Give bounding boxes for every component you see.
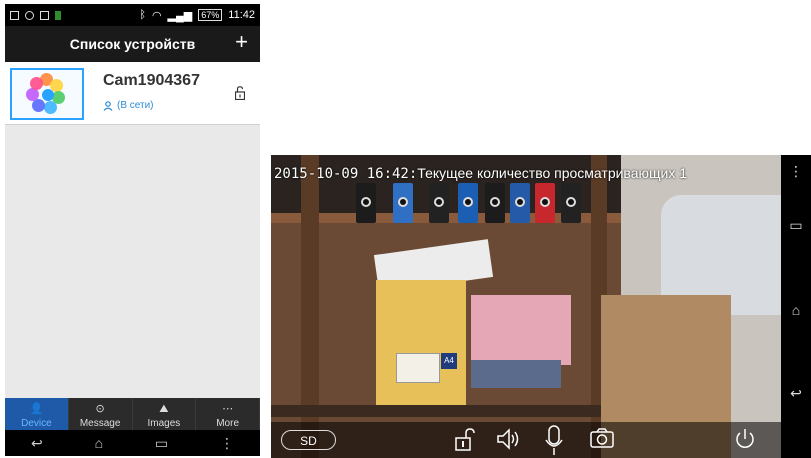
- microphone-icon[interactable]: [544, 424, 564, 456]
- add-device-button[interactable]: +: [235, 29, 248, 55]
- tab-more[interactable]: ⋯ More: [196, 398, 260, 430]
- tab-images[interactable]: ⛰ Images: [133, 398, 197, 430]
- online-status-label: (В сети): [117, 100, 154, 111]
- play-icon: [42, 89, 54, 101]
- device-list-item[interactable]: Cam1904367 (В сети): [5, 62, 260, 125]
- android-side-nav-bar: ⋮ ▭ ⌂ ↩: [781, 155, 811, 458]
- device-status: (В сети): [103, 100, 154, 111]
- whatsapp-icon: [25, 10, 34, 20]
- title-bar: Список устройств +: [5, 26, 260, 62]
- speaker-icon[interactable]: [496, 427, 522, 451]
- recents-icon[interactable]: ▭: [155, 435, 168, 452]
- camera-control-bar: SD: [271, 422, 781, 458]
- home-icon[interactable]: ⌂: [781, 302, 811, 318]
- signal-icon: ▂▄▆: [167, 9, 193, 22]
- tab-label: Device: [21, 418, 52, 429]
- back-icon[interactable]: ↩: [31, 435, 43, 452]
- camera-live-view-screen: A4 2015-10-09 16:42:Текущее количество п…: [271, 155, 811, 458]
- recents-icon[interactable]: ▭: [781, 217, 811, 234]
- unlock-icon[interactable]: [235, 86, 245, 100]
- video-timestamp: 2015-10-09 16:42:: [274, 166, 418, 182]
- clock: 11:42: [228, 9, 255, 21]
- image-notification-icon: [40, 10, 49, 20]
- dots-icon: ⋯: [222, 403, 234, 415]
- notification-icon: [10, 10, 19, 20]
- mountain-image-icon: ⛰: [159, 403, 169, 415]
- sd-quality-button[interactable]: SD: [281, 430, 336, 450]
- camera-video-feed[interactable]: A4 2015-10-09 16:42:Текущее количество п…: [271, 155, 781, 458]
- unlock-icon[interactable]: [454, 427, 478, 453]
- person-icon: 👤: [29, 403, 44, 415]
- video-overlay-text: 2015-10-09 16:42:Текущее количество прос…: [274, 165, 687, 182]
- a4-label: A4: [441, 353, 457, 369]
- home-icon[interactable]: ⌂: [95, 435, 103, 451]
- tab-message[interactable]: ⊙ Message: [69, 398, 133, 430]
- bottom-tab-bar: 👤 Device ⊙ Message ⛰ Images ⋯ More: [5, 398, 260, 430]
- device-list-screen: ᛒ ◠ ▂▄▆ 67% 11:42 Список устройств + Cam…: [5, 4, 260, 456]
- chat-bubble-icon: ⊙: [95, 403, 105, 415]
- android-nav-bar: ↩ ⌂ ▭ ⋮: [5, 430, 260, 456]
- camera-snapshot-icon[interactable]: [589, 427, 615, 449]
- tab-label: More: [216, 418, 240, 429]
- tab-label: Message: [79, 418, 121, 429]
- app-notification-icon: [55, 10, 61, 20]
- power-icon[interactable]: [733, 427, 757, 451]
- device-thumbnail[interactable]: [10, 68, 84, 120]
- user-icon: [103, 100, 113, 111]
- viewer-count-text: Текущее количество просматривающих 1: [417, 165, 688, 181]
- back-icon[interactable]: ↩: [781, 385, 811, 402]
- battery-indicator: 67%: [198, 9, 223, 21]
- status-bar: ᛒ ◠ ▂▄▆ 67% 11:42: [5, 4, 260, 26]
- wifi-icon: ◠: [151, 9, 162, 22]
- tab-label: Images: [147, 418, 181, 429]
- tab-device[interactable]: 👤 Device: [5, 398, 69, 430]
- device-name: Cam1904367: [103, 72, 200, 89]
- overflow-menu-icon[interactable]: ⋮: [220, 435, 234, 452]
- bluetooth-icon: ᛒ: [139, 9, 146, 21]
- overflow-menu-icon[interactable]: ⋮: [781, 163, 811, 180]
- page-title: Список устройств: [69, 36, 196, 52]
